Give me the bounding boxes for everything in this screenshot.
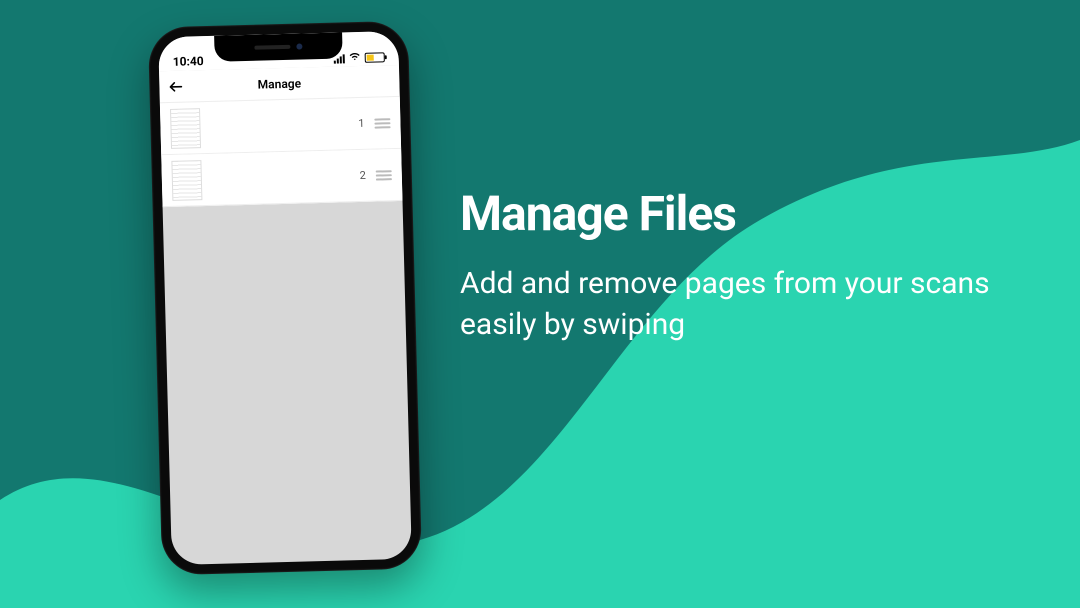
- app-navbar: Manage: [159, 65, 400, 103]
- page-list: 1 2: [160, 97, 403, 207]
- battery-icon: [365, 52, 385, 63]
- navbar-title: Manage: [159, 73, 399, 93]
- drag-handle-icon[interactable]: [376, 170, 392, 180]
- speaker-slot: [254, 45, 290, 50]
- arrow-left-icon: [168, 79, 182, 93]
- headline: Manage Files: [460, 185, 1020, 242]
- page-thumbnail: [171, 160, 202, 201]
- list-item[interactable]: 1: [160, 97, 401, 155]
- status-icons: [334, 50, 385, 64]
- list-item[interactable]: 2: [161, 149, 402, 207]
- marketing-copy: Manage Files Add and remove pages from y…: [460, 185, 1020, 345]
- phone-mockup: 10:40 Manage: [148, 21, 422, 576]
- front-camera: [296, 43, 302, 49]
- page-index: 2: [359, 169, 366, 182]
- page-thumbnail: [170, 108, 201, 149]
- phone-notch: [214, 32, 343, 61]
- drag-handle-icon[interactable]: [374, 118, 390, 128]
- status-time: 10:40: [173, 54, 204, 69]
- subheadline: Add and remove pages from your scans eas…: [460, 264, 1020, 345]
- wifi-icon: [349, 51, 361, 64]
- phone-screen: 10:40 Manage: [158, 31, 412, 565]
- page-index: 1: [358, 117, 365, 130]
- promo-slide: Manage Files Add and remove pages from y…: [0, 0, 1080, 608]
- back-button[interactable]: [159, 70, 192, 103]
